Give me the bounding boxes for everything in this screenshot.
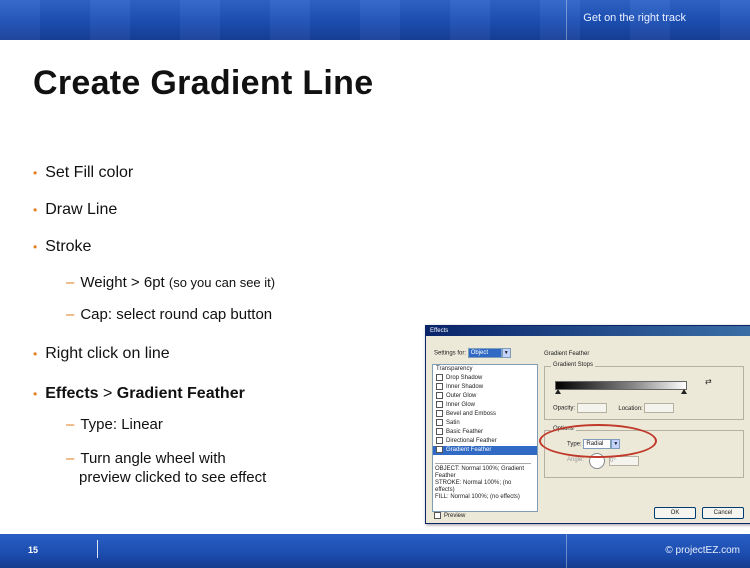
slide-title: Create Gradient Line: [33, 64, 374, 102]
list-item-selected[interactable]: Gradient Feather: [433, 446, 537, 455]
footer-separator: [97, 540, 98, 558]
header-divider: [566, 0, 567, 40]
settings-label: Settings for:: [434, 350, 467, 357]
sub-bullet-angle-cont: preview clicked to see effect: [79, 469, 267, 486]
list-item[interactable]: Inner Glow: [433, 401, 537, 410]
sub-bullet-weight: – Weight > 6pt (so you can see it): [66, 274, 276, 291]
ok-button[interactable]: OK: [654, 507, 696, 519]
bullet-set-fill: • Set Fill color: [33, 164, 134, 181]
checkbox[interactable]: [436, 419, 443, 426]
list-item[interactable]: Directional Feather: [433, 437, 537, 446]
list-item[interactable]: Basic Feather: [433, 428, 537, 437]
footer-bar: 15 © projectEZ.com: [0, 534, 750, 568]
sub-bullet-type: – Type: Linear: [66, 416, 163, 433]
bullet-right-click: • Right click on line: [33, 345, 170, 362]
settings-dropdown[interactable]: Object: [467, 348, 502, 358]
angle-field[interactable]: 0°: [609, 456, 639, 466]
list-item[interactable]: Satin: [433, 419, 537, 428]
effects-dialog: Effects Settings for: Object ▼ Transparen…: [425, 325, 750, 524]
angle-row: Angle:: [567, 457, 585, 463]
gradient-stop-right[interactable]: [681, 389, 687, 394]
list-item[interactable]: Bevel and Emboss: [433, 410, 537, 419]
checkbox[interactable]: [436, 383, 443, 390]
checkbox[interactable]: [436, 401, 443, 408]
list-item[interactable]: Drop Shadow: [433, 374, 537, 383]
chevron-down-icon[interactable]: ▼: [501, 348, 511, 358]
list-item[interactable]: Inner Shadow: [433, 383, 537, 392]
header-tagline: Get on the right track: [583, 12, 686, 24]
sub-bullet-cap: – Cap: select round cap button: [66, 306, 273, 323]
checkbox[interactable]: [436, 437, 443, 444]
cancel-button[interactable]: Cancel: [702, 507, 744, 519]
gradient-stops-group: Gradient Stops ⇄ Opacity: Location:: [544, 362, 744, 420]
reverse-gradient-icon[interactable]: ⇄: [705, 377, 712, 386]
checkbox[interactable]: [436, 428, 443, 435]
highlight-ellipse: [539, 424, 657, 458]
panel-title: Gradient Feather: [544, 351, 590, 357]
footer-divider: [566, 534, 567, 568]
opacity-field[interactable]: [576, 403, 607, 413]
footer-copyright: © projectEZ.com: [665, 545, 740, 556]
checkbox[interactable]: [436, 374, 443, 381]
effects-list: Transparency Drop Shadow Inner Shadow Ou…: [432, 364, 538, 512]
sub-bullet-angle: – Turn angle wheel with: [66, 450, 226, 467]
bullet-effects: • Effects > Gradient Feather: [33, 385, 245, 402]
effects-summary: OBJECT: Normal 100%; Gradient Feather ST…: [435, 463, 531, 506]
checkbox-checked[interactable]: [436, 446, 443, 453]
bullet-draw-line: • Draw Line: [33, 201, 118, 218]
location-field[interactable]: [644, 403, 675, 413]
gradient-ramp[interactable]: [555, 381, 687, 390]
checkbox[interactable]: [436, 410, 443, 417]
opacity-row: Opacity: Location:: [553, 403, 675, 413]
gradient-stop-left[interactable]: [555, 389, 561, 394]
preview-checkbox[interactable]: Preview: [434, 512, 465, 519]
checkbox[interactable]: [436, 392, 443, 399]
list-item[interactable]: Transparency: [433, 365, 537, 374]
bullet-stroke: • Stroke: [33, 238, 92, 255]
dialog-titlebar: Effects: [426, 326, 750, 336]
header-bar: Get on the right track: [0, 0, 750, 40]
settings-row: Settings for: Object ▼: [434, 348, 511, 358]
slide-number: 15: [28, 545, 39, 555]
list-item[interactable]: Outer Glow: [433, 392, 537, 401]
